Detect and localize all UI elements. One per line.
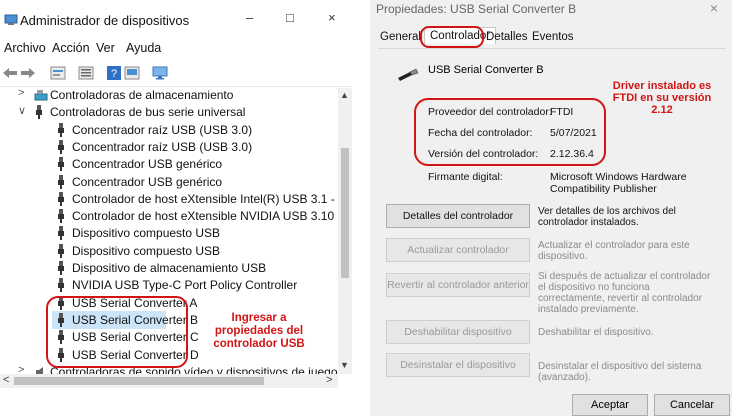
driver-details-description: Ver detalles de los archivos del control…: [538, 206, 676, 228]
usb-plug-icon: [56, 192, 66, 206]
tree-item[interactable]: Controlador de host eXtensible Intel(R) …: [0, 190, 338, 208]
close-button[interactable]: ×: [328, 10, 336, 25]
tree-item[interactable]: > Controladoras de almacenamiento: [0, 88, 338, 104]
horizontal-scrollbar[interactable]: < >: [0, 374, 338, 388]
rollback-driver-button[interactable]: Revertir al controlador anterior: [386, 273, 530, 297]
expand-chevron-icon[interactable]: >: [18, 88, 28, 99]
ok-button[interactable]: Aceptar: [572, 394, 648, 416]
digital-signer-value: Microsoft Windows Hardware Compatibility…: [550, 171, 687, 195]
usb-plug-icon: [34, 105, 44, 119]
digital-signer-label: Firmante digital:: [428, 171, 503, 183]
menu-ayuda[interactable]: Ayuda: [126, 41, 161, 55]
usb-plug-icon: [56, 140, 66, 154]
storage-controller-icon: [34, 88, 48, 102]
tree-item-label: Concentrador USB genérico: [72, 175, 223, 189]
forward-arrow-icon[interactable]: [20, 66, 36, 80]
scroll-up-icon[interactable]: ▲: [340, 90, 349, 100]
usb-plug-icon: [56, 209, 66, 223]
tree-item-label: Concentrador raíz USB (USB 3.0): [72, 123, 253, 137]
properties-dialog: Propiedades: USB Serial Converter B × Ge…: [370, 0, 732, 416]
collapse-chevron-icon[interactable]: ∨: [18, 104, 28, 117]
cancel-button[interactable]: Cancelar: [654, 394, 730, 416]
tree-item[interactable]: Dispositivo de almacenamiento USB: [0, 259, 338, 277]
sound-icon: [34, 365, 44, 374]
vertical-scrollbar[interactable]: ▲ ▼: [338, 88, 352, 374]
maximize-button[interactable]: □: [286, 10, 294, 25]
tree-item[interactable]: Dispositivo compuesto USB: [0, 224, 338, 242]
tree-item-label: NVIDIA USB Type-C Port Policy Controller: [72, 278, 298, 292]
scroll-thumb[interactable]: [341, 148, 349, 278]
uninstall-device-description: Desinstalar el dispositivo del sistema (…: [538, 361, 702, 383]
tree-item[interactable]: Concentrador USB genérico: [0, 173, 338, 191]
disable-device-description: Deshabilitar el dispositivo.: [538, 327, 654, 338]
help-icon[interactable]: ?: [106, 66, 122, 80]
tree-item-label: Controladoras de bus serie universal: [50, 105, 246, 119]
minimize-button[interactable]: –: [246, 10, 253, 25]
update-driver-description: Actualizar el controlador para este disp…: [538, 240, 690, 262]
monitor-icon[interactable]: [152, 66, 168, 80]
tree-item[interactable]: Dispositivo compuesto USB: [0, 242, 338, 260]
tree-item-label: Controlador de host eXtensible Intel(R) …: [72, 192, 338, 206]
usb-plug-icon: [56, 244, 66, 258]
menu-accion[interactable]: Acción: [52, 41, 90, 55]
tree-item-label: Concentrador USB genérico: [72, 157, 223, 171]
menu-bar: Archivo Acción Ver Ayuda: [0, 38, 352, 60]
svg-text:?: ?: [111, 68, 117, 80]
tree-item-label: Dispositivo de almacenamiento USB: [72, 261, 267, 275]
usb-plug-icon: [398, 68, 419, 81]
annotation-driver-ftdi: Driver instalado es FTDI en su versión 2…: [612, 80, 712, 116]
tree-item[interactable]: Concentrador USB genérico: [0, 155, 338, 173]
tree-item-label: Dispositivo compuesto USB: [72, 244, 221, 258]
tree-item[interactable]: NVIDIA USB Type-C Port Policy Controller: [0, 276, 338, 294]
tree-item-label: Controlador de host eXtensible NVIDIA US…: [72, 209, 338, 223]
toolbar: ?: [0, 60, 352, 87]
tree-item[interactable]: Concentrador raíz USB (USB 3.0): [0, 138, 338, 156]
window-title: Administrador de dispositivos: [20, 13, 190, 28]
close-icon[interactable]: ×: [710, 0, 718, 16]
highlight-oval-driver-info: [414, 98, 606, 166]
title-bar: Administrador de dispositivos – □ ×: [0, 0, 352, 38]
tab-eventos[interactable]: Eventos: [532, 31, 574, 43]
usb-plug-icon: [56, 278, 66, 292]
back-arrow-icon[interactable]: [2, 66, 18, 80]
uninstall-device-button[interactable]: Desinstalar el dispositivo: [386, 353, 530, 377]
tab-general[interactable]: General: [380, 31, 421, 43]
highlight-oval-usb-converters: [46, 296, 188, 368]
device-list-icon[interactable]: [78, 66, 94, 80]
menu-ver[interactable]: Ver: [96, 41, 115, 55]
tree-item-label: Concentrador raíz USB (USB 3.0): [72, 140, 253, 154]
scroll-down-icon[interactable]: ▼: [340, 360, 349, 370]
scroll-thumb-horizontal[interactable]: [14, 377, 264, 385]
tree-item-label: Controladoras de almacenamiento: [50, 88, 234, 102]
scan-hardware-icon[interactable]: [124, 66, 140, 80]
tree-item[interactable]: Concentrador raíz USB (USB 3.0): [0, 121, 338, 139]
properties-view-icon[interactable]: [50, 66, 66, 80]
highlight-oval-tab: [420, 26, 484, 48]
update-driver-button[interactable]: Actualizar controlador: [386, 238, 530, 262]
usb-plug-icon: [56, 226, 66, 240]
device-manager-icon: [4, 14, 18, 25]
scroll-right-icon[interactable]: >: [326, 374, 332, 386]
rollback-driver-description: Si después de actualizar el controlador …: [538, 271, 711, 315]
scroll-left-icon[interactable]: <: [3, 374, 9, 386]
tab-detalles[interactable]: Detalles: [486, 31, 528, 43]
expand-chevron-icon[interactable]: >: [18, 364, 28, 374]
usb-plug-icon: [56, 175, 66, 189]
annotation-ingresar-propiedades: Ingresar a propiedades del controlador U…: [213, 312, 305, 350]
menu-archivo[interactable]: Archivo: [4, 41, 46, 55]
usb-plug-icon: [56, 123, 66, 137]
tree-item[interactable]: Controlador de host eXtensible NVIDIA US…: [0, 207, 338, 225]
tree-item[interactable]: ∨ Controladoras de bus serie universal: [0, 103, 338, 121]
disable-device-button[interactable]: Deshabilitar dispositivo: [386, 320, 530, 344]
usb-plug-icon: [56, 157, 66, 171]
tree-item-label: Dispositivo compuesto USB: [72, 226, 221, 240]
dialog-title: Propiedades: USB Serial Converter B: [376, 2, 577, 16]
device-manager-window: Administrador de dispositivos – □ × Arch…: [0, 0, 352, 416]
usb-plug-icon: [56, 261, 66, 275]
device-name: USB Serial Converter B: [428, 64, 544, 76]
driver-details-button[interactable]: Detalles del controlador: [386, 204, 530, 228]
